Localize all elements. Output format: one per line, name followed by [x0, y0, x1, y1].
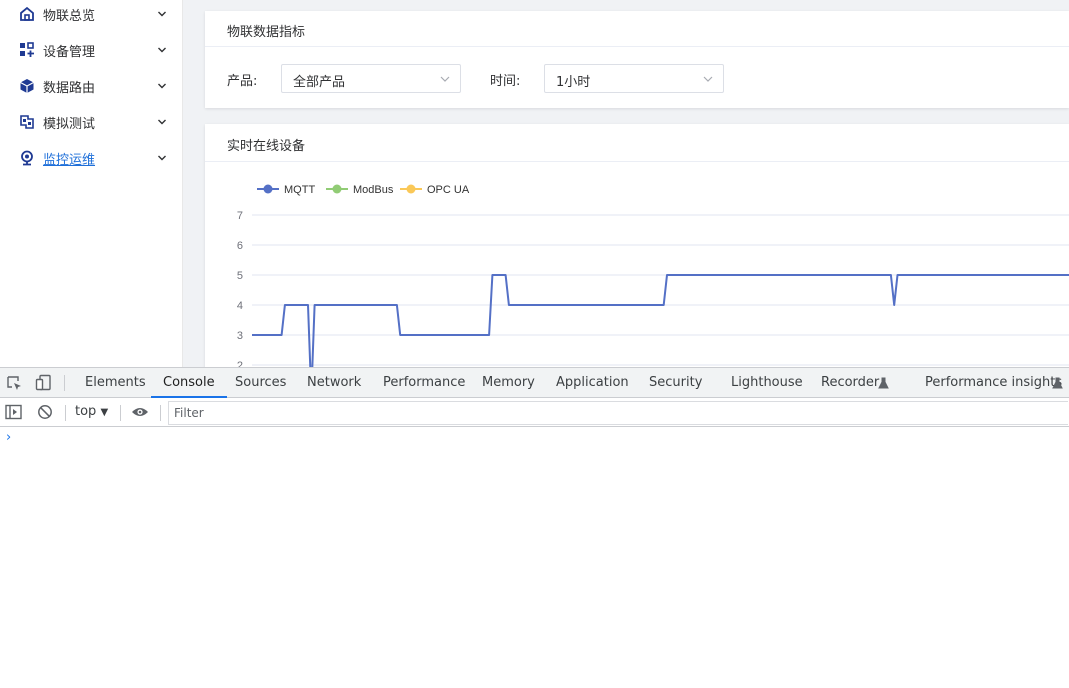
- devtools-panel: Elements Console Sources Network Perform…: [0, 367, 1069, 688]
- legend-marker: [263, 184, 273, 194]
- sidebar-item-label: 物联总览: [43, 8, 96, 24]
- sidebar-toggle-icon[interactable]: [5, 404, 22, 420]
- time-label: 时间:: [490, 74, 521, 89]
- tab-elements[interactable]: Elements: [85, 368, 146, 398]
- clear-console-icon[interactable]: [37, 404, 53, 420]
- online-devices-chart: 2 3 4 5 6 7 MQTT ModBus OPC UA: [237, 184, 1069, 367]
- sidebar-item-label: 模拟测试: [43, 116, 96, 132]
- product-label: 产品:: [227, 74, 258, 89]
- chevron-down-icon: [158, 11, 166, 17]
- console-toolbar: top ▼: [0, 399, 1069, 427]
- legend-marker: [332, 184, 342, 194]
- eye-icon[interactable]: [131, 406, 149, 418]
- sidebar-item-label: 监控运维: [43, 152, 96, 168]
- metrics-card: 物联数据指标 产品: 全部产品 时间: 1小时: [205, 11, 1069, 108]
- y-tick-label: 7: [237, 210, 243, 222]
- chevron-down-icon: [158, 155, 166, 161]
- legend-label: MQTT: [284, 184, 315, 196]
- tab-application[interactable]: Application: [556, 368, 629, 398]
- y-tick-label: 5: [237, 270, 243, 282]
- device-toolbar-icon[interactable]: [35, 374, 52, 391]
- tab-sources[interactable]: Sources: [235, 368, 286, 398]
- legend-label: ModBus: [353, 184, 394, 196]
- main-content: 物联数据指标 产品: 全部产品 时间: 1小时 实时在线设备 2 3 4 5 6 7 MQT…: [183, 0, 1069, 367]
- separator: [65, 405, 66, 421]
- online-devices-card: 实时在线设备 2 3 4 5 6 7 MQTT ModBus OPC UA: [205, 124, 1069, 367]
- tab-lighthouse[interactable]: Lighthouse: [731, 368, 803, 398]
- chevron-down-icon: [440, 76, 450, 82]
- time-select-value: 1小时: [556, 75, 591, 90]
- sidebar-item-devices[interactable]: 设备管理: [0, 32, 183, 68]
- legend-marker: [406, 184, 416, 194]
- tab-network[interactable]: Network: [307, 368, 361, 398]
- simulate-icon: [20, 115, 34, 129]
- divider: [205, 46, 1069, 47]
- sidebar-item-overview[interactable]: 物联总览: [0, 0, 183, 32]
- chevron-down-icon: [158, 47, 166, 53]
- sidebar-item-monitoring[interactable]: 监控运维: [0, 140, 183, 176]
- sidebar-item-label: 设备管理: [43, 44, 96, 60]
- y-tick-label: 4: [237, 300, 243, 312]
- flask-icon: [878, 377, 889, 389]
- chevron-down-icon: [158, 119, 166, 125]
- tab-performance-insights[interactable]: Performance insights: [925, 368, 1062, 398]
- context-select-value: top: [75, 404, 97, 419]
- dropdown-triangle-icon: ▼: [100, 407, 109, 418]
- app-window: 物联总览 设备管理 数据路由 模拟测试 监控运维 物联数据指标 产品: 全部产品…: [0, 0, 1069, 367]
- tab-memory[interactable]: Memory: [482, 368, 535, 398]
- legend-label: OPC UA: [427, 184, 470, 196]
- inspect-element-icon[interactable]: [6, 375, 23, 392]
- tab-performance[interactable]: Performance: [383, 368, 465, 398]
- apps-plus-icon: [20, 42, 34, 57]
- sidebar-item-label: 数据路由: [43, 80, 96, 96]
- chevron-down-icon: [703, 76, 713, 82]
- y-tick-label: 6: [237, 240, 243, 252]
- console-prompt[interactable]: ›: [6, 430, 11, 445]
- product-select[interactable]: 全部产品: [281, 64, 461, 93]
- chevron-down-icon: [158, 83, 166, 89]
- tab-console[interactable]: Console: [151, 368, 227, 398]
- sidebar-item-routing[interactable]: 数据路由: [0, 68, 183, 104]
- product-select-value: 全部产品: [293, 75, 346, 90]
- flask-icon: [1052, 377, 1063, 389]
- home-icon: [20, 6, 34, 21]
- separator: [160, 405, 161, 421]
- card-title: 物联数据指标: [227, 25, 306, 40]
- filter-input[interactable]: [168, 401, 1068, 425]
- series-line-mqtt: [252, 274, 1069, 367]
- tab-recorder[interactable]: Recorder: [821, 368, 879, 398]
- context-select[interactable]: top ▼: [75, 404, 108, 419]
- tab-security[interactable]: Security: [649, 368, 702, 398]
- monitor-pin-icon: [21, 150, 33, 166]
- separator: [64, 375, 65, 391]
- y-tick-label: 3: [237, 330, 243, 342]
- devtools-tab-bar: Elements Console Sources Network Perform…: [0, 368, 1069, 398]
- y-tick-label: 2: [237, 360, 243, 367]
- sidebar-item-simulation[interactable]: 模拟测试: [0, 104, 183, 140]
- separator: [120, 405, 121, 421]
- sidebar: 物联总览 设备管理 数据路由 模拟测试 监控运维: [0, 0, 183, 367]
- time-select[interactable]: 1小时: [544, 64, 724, 93]
- cube-icon: [20, 79, 34, 93]
